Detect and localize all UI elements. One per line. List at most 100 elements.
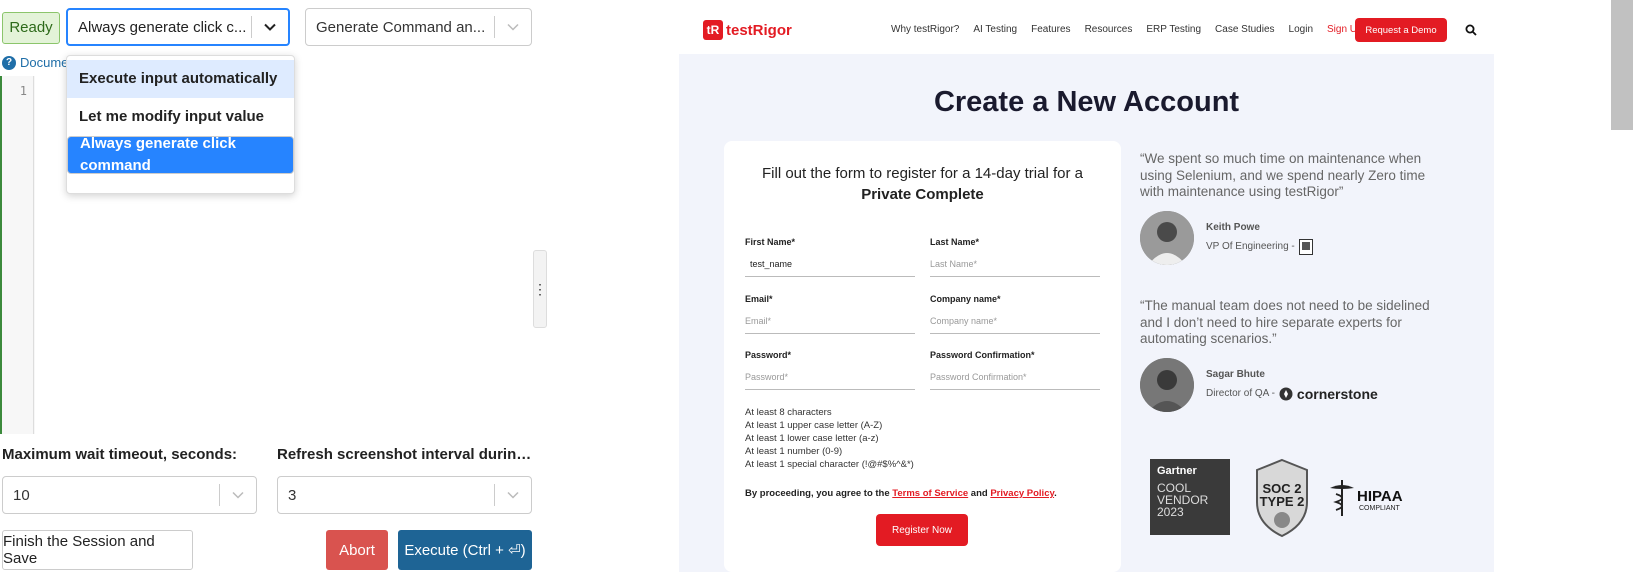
password-rule: At least 8 characters xyxy=(745,407,832,418)
menu-option-modify-input[interactable]: Let me modify input value xyxy=(67,98,294,136)
password-input[interactable]: Password* xyxy=(745,368,915,390)
privacy-link[interactable]: Privacy Policy xyxy=(990,488,1054,499)
agree-prefix: By proceeding, you agree to the xyxy=(745,488,890,499)
author-name: Keith Powe xyxy=(1206,221,1260,233)
nav-link-login[interactable]: Login xyxy=(1289,24,1313,35)
chevron-down-icon[interactable] xyxy=(252,10,288,44)
agree-and: and xyxy=(970,488,988,499)
nav-links: Why testRigor? AI Testing Features Resou… xyxy=(891,24,1363,35)
page-title: Create a New Account xyxy=(933,86,1240,118)
field-label: Company name* xyxy=(930,294,1001,304)
password-confirm-input[interactable]: Password Confirmation* xyxy=(930,368,1100,390)
nav-link-case-studies[interactable]: Case Studies xyxy=(1215,24,1274,35)
author-title: Director of QA - cornerstone xyxy=(1206,386,1378,402)
search-icon[interactable] xyxy=(1465,24,1477,36)
field-label: Email* xyxy=(745,294,773,304)
first-name-input[interactable]: test_name xyxy=(745,255,915,277)
mode-dropdown-menu: Execute input automatically Let me modif… xyxy=(66,55,295,194)
author-title-text: VP Of Engineering - xyxy=(1206,241,1295,252)
control-panel: Ready Always generate click c... Generat… xyxy=(0,0,540,572)
field-label: Password* xyxy=(745,350,792,360)
command-select-value: Generate Command an... xyxy=(316,18,486,36)
refresh-interval-select[interactable]: 3 xyxy=(277,476,532,514)
caduceus-icon xyxy=(1330,480,1354,516)
company-name: cornerstone xyxy=(1296,385,1378,402)
request-demo-button[interactable]: Request a Demo xyxy=(1355,18,1447,42)
browser-screenshot: tR testRigor Why testRigor? AI Testing F… xyxy=(547,8,1633,572)
agree-suffix: . xyxy=(1054,488,1057,499)
soc2-badge: SOC 2 TYPE 2 xyxy=(1252,456,1312,538)
author-title: VP Of Engineering - xyxy=(1206,238,1313,255)
menu-option-generate-click[interactable]: Always generate click command xyxy=(67,135,294,174)
chevron-down-icon[interactable] xyxy=(495,477,531,513)
abort-button[interactable]: Abort xyxy=(326,530,388,570)
testrigor-logo[interactable]: tR testRigor xyxy=(703,20,792,40)
nav-link-resources[interactable]: Resources xyxy=(1085,24,1133,35)
documentation-link-label: Docume xyxy=(20,55,69,70)
author-title-text: Director of QA - xyxy=(1206,388,1275,399)
signup-form-card: Fill out the form to register for a 14-d… xyxy=(724,141,1121,572)
company-input[interactable]: Company name* xyxy=(930,312,1100,334)
mode-select[interactable]: Always generate click c... xyxy=(66,8,290,46)
nav-link-why[interactable]: Why testRigor? xyxy=(891,24,959,35)
gartner-badge: Gartner COOL VENDOR 2023 xyxy=(1150,459,1230,535)
line-number: 1 xyxy=(19,84,27,98)
form-intro: Fill out the form to register for a 14-d… xyxy=(724,163,1121,205)
refresh-interval-value: 3 xyxy=(288,486,297,504)
password-rule: At least 1 lower case letter (a-z) xyxy=(745,433,879,444)
password-rules: At least 8 characters At least 1 upper c… xyxy=(745,406,914,471)
command-select[interactable]: Generate Command an... xyxy=(305,8,532,46)
documentation-link[interactable]: ? Docume xyxy=(2,55,68,70)
hipaa-badge: HIPAA COMPLIANT xyxy=(1329,478,1419,518)
wait-timeout-label: Maximum wait timeout, seconds: xyxy=(2,446,238,463)
help-icon: ? xyxy=(2,55,16,70)
chevron-down-icon[interactable] xyxy=(220,477,256,513)
webpage: tR testRigor Why testRigor? AI Testing F… xyxy=(679,8,1494,572)
avatar xyxy=(1140,211,1194,265)
last-name-input[interactable]: Last Name* xyxy=(930,255,1100,277)
form-intro-line1: Fill out the form to register for a 14-d… xyxy=(762,165,1083,182)
logo-text: testRigor xyxy=(726,21,792,39)
nav-link-erp[interactable]: ERP Testing xyxy=(1146,24,1201,35)
first-name-field: First Name* test_name xyxy=(745,237,915,277)
testimonial-quote: “The manual team does not need to be sid… xyxy=(1140,298,1430,346)
last-name-field: Last Name* Last Name* xyxy=(930,237,1100,277)
company-field: Company name* Company name* xyxy=(930,294,1100,334)
field-label: Password Confirmation* xyxy=(930,350,1035,360)
testimonial-quote: “We spent so much time on maintenance wh… xyxy=(1140,151,1426,199)
register-now-button[interactable]: Register Now xyxy=(876,514,968,546)
terms-agreement: By proceeding, you agree to the Terms of… xyxy=(745,488,1057,499)
status-badge: Ready xyxy=(2,12,60,44)
gartner-line: 2023 xyxy=(1157,505,1184,519)
terms-link[interactable]: Terms of Service xyxy=(892,488,968,499)
cornerstone-logo-icon xyxy=(1279,387,1293,400)
wait-timeout-value: 10 xyxy=(13,486,30,504)
field-label: First Name* xyxy=(745,237,796,247)
soc-line: TYPE 2 xyxy=(1259,494,1305,509)
avatar xyxy=(1140,358,1194,412)
execute-button[interactable]: Execute (Ctrl + ⏎) xyxy=(398,530,532,570)
logo-mark: tR xyxy=(703,20,723,40)
company-logo-icon xyxy=(1298,238,1313,255)
hipaa-subtext: COMPLIANT xyxy=(1359,505,1400,512)
nav-link-features[interactable]: Features xyxy=(1031,24,1070,35)
app-root: Ready Always generate click c... Generat… xyxy=(0,0,1633,572)
email-input[interactable]: Email* xyxy=(745,312,915,334)
chevron-down-icon[interactable] xyxy=(495,9,531,45)
form-intro-plan: Private Complete xyxy=(861,186,984,203)
nav-link-ai-testing[interactable]: AI Testing xyxy=(973,24,1017,35)
finish-session-button[interactable]: Finish the Session and Save xyxy=(2,530,193,570)
password-field: Password* Password* xyxy=(745,350,915,390)
testimonial-author: Keith Powe VP Of Engineering - xyxy=(1140,211,1313,265)
site-nav: tR testRigor Why testRigor? AI Testing F… xyxy=(679,8,1494,54)
field-label: Last Name* xyxy=(930,237,980,247)
refresh-interval-label: Refresh screenshot interval during i... xyxy=(277,446,532,463)
mode-select-value: Always generate click c... xyxy=(78,18,247,36)
author-name: Sagar Bhute xyxy=(1206,368,1265,380)
menu-option-execute-input[interactable]: Execute input automatically xyxy=(67,60,294,98)
password-rule: At least 1 number (0-9) xyxy=(745,446,843,457)
password-rule: At least 1 special character (!@#$%^&*) xyxy=(745,459,914,470)
wait-timeout-select[interactable]: 10 xyxy=(2,476,257,514)
panel-resize-handle[interactable]: ⋮ xyxy=(533,250,547,328)
scrollbar-thumb[interactable] xyxy=(1611,0,1633,130)
